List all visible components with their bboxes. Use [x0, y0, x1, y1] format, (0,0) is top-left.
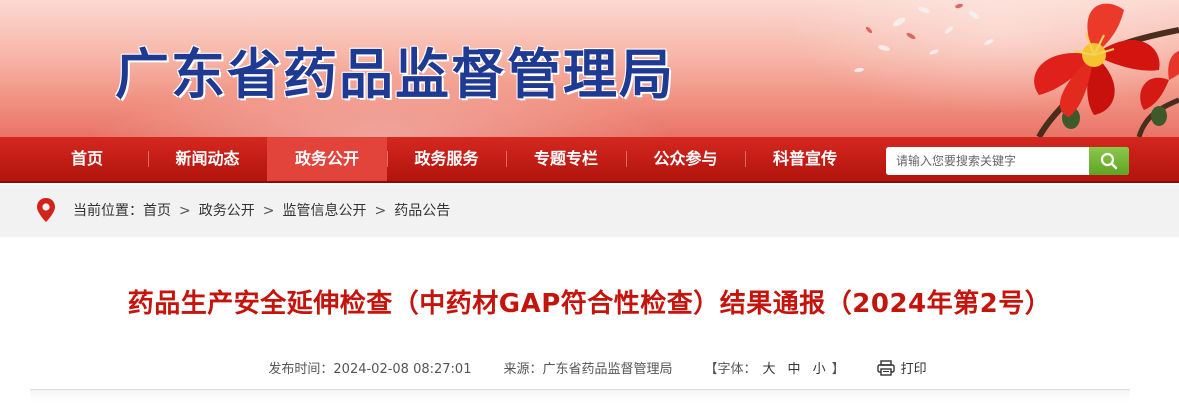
breadcrumb-bar: 当前位置：首页 > 政务公开 > 监管信息公开 > 药品公告	[0, 185, 1179, 237]
nav-home[interactable]: 首页	[28, 137, 146, 181]
search-input[interactable]	[886, 147, 1089, 175]
publish-info: 发布时间：2024-02-08 08:27:01	[268, 358, 471, 377]
nav-special-topics[interactable]: 专题专栏	[506, 137, 626, 181]
nav-government-affairs[interactable]: 政务公开	[267, 137, 387, 181]
print-label: 打印	[900, 362, 927, 377]
article-title: 药品生产安全延伸检查（中药材GAP符合性检查）结果通报（2024年第2号）	[127, 289, 1052, 319]
breadcrumb-separator: >	[262, 203, 275, 219]
header-banner: 广东省药品监督管理局	[0, 0, 1179, 137]
nav-science-popularization[interactable]: 科普宣传	[745, 137, 865, 181]
breadcrumb-link-regulatory-info[interactable]: 监管信息公开	[282, 203, 366, 219]
search-button[interactable]	[1089, 147, 1129, 175]
source-info: 来源：广东省药品监督管理局	[503, 358, 672, 377]
article-meta: 发布时间：2024-02-08 08:27:01 来源：广东省药品监督管理局 【…	[0, 358, 1179, 378]
font-label-close: 】	[831, 362, 845, 377]
nav-news[interactable]: 新闻动态	[148, 137, 267, 181]
font-label-open: 【字体：	[704, 362, 757, 377]
font-size-small[interactable]: 小	[813, 362, 826, 377]
breadcrumb-separator: >	[179, 203, 191, 219]
font-size-medium[interactable]: 中	[788, 362, 801, 377]
breadcrumb-link-government-affairs[interactable]: 政务公开	[199, 203, 255, 219]
print-button[interactable]: 打印	[876, 358, 927, 377]
kapok-flower-illustration	[854, 3, 1179, 137]
site-title: 广东省药品监督管理局	[115, 42, 675, 106]
location-pin-icon	[37, 198, 55, 222]
search-box	[886, 147, 1129, 175]
publish-label: 发布时间：	[268, 362, 334, 377]
breadcrumb-prefix: 当前位置：	[73, 203, 143, 219]
source-value: 广东省药品监督管理局	[542, 362, 673, 377]
publish-time: 2024-02-08 08:27:01	[333, 362, 472, 377]
breadcrumb-separator: >	[374, 203, 387, 219]
breadcrumb-link-drug-announcements[interactable]: 药品公告	[394, 203, 450, 219]
nav-government-services[interactable]: 政务服务	[387, 137, 506, 181]
search-icon	[1100, 152, 1118, 170]
source-label: 来源：	[503, 362, 543, 377]
breadcrumb-link-home[interactable]: 首页	[143, 203, 171, 219]
breadcrumb: 当前位置：首页 > 政务公开 > 监管信息公开 > 药品公告	[73, 185, 450, 237]
font-size-controls: 【字体： 大中小】	[705, 358, 845, 377]
content-area-top	[30, 390, 1130, 403]
nav-public-participation[interactable]: 公众参与	[626, 137, 745, 181]
font-size-large[interactable]: 大	[763, 362, 776, 377]
printer-icon	[876, 359, 895, 376]
